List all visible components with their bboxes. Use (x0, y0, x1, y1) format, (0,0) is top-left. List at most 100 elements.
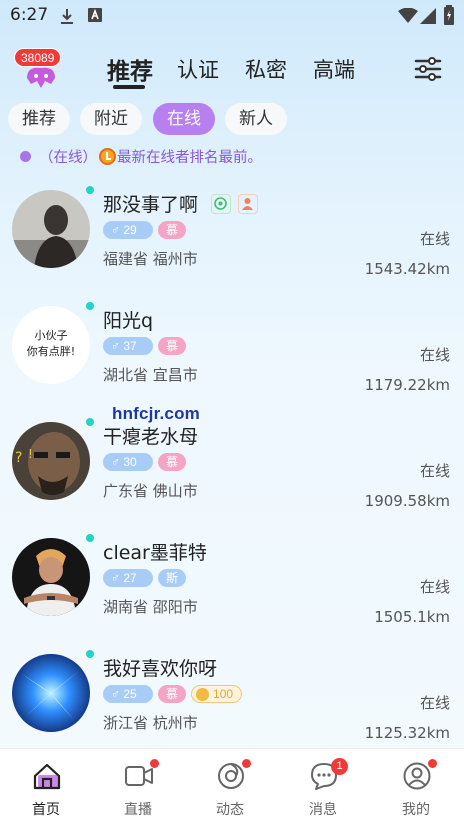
user-card[interactable]: 小伙子 你有点胖! 阳光q ♂ 37 慕 湖北省 宜昌市 在线 1179.22k… (0, 290, 464, 406)
online-notice: （在线） 最新在线者排名最前。 (20, 146, 262, 166)
age-value: 29 (123, 223, 137, 237)
chip-new[interactable]: 新人 (225, 103, 287, 135)
user-card[interactable]: 我好喜欢你呀 ♂ 25 慕 100 浙江省 杭州市 在线 1125.32km (0, 638, 464, 754)
user-card[interactable]: clear墨菲特 ♂ 27 斯 湖南省 邵阳市 在线 1505.1km (0, 522, 464, 638)
user-card[interactable]: 那没事了啊 ♂ 29 慕 福建省 福州市 在线 1543.42km (0, 174, 464, 290)
nav-home[interactable]: 首页 (0, 749, 92, 826)
status-bar: 6:27 (0, 0, 464, 32)
avatar-image (12, 538, 90, 616)
notification-count-badge: 38089 (14, 48, 62, 67)
distance: 1543.42km (364, 260, 450, 278)
age-value: 30 (123, 455, 137, 469)
coin-icon (196, 687, 210, 701)
wifi-icon (398, 8, 418, 23)
identity-verified-icon (238, 194, 258, 214)
avatar[interactable]: 小伙子 你有点胖! (12, 306, 90, 384)
online-status: 在线 (419, 578, 450, 596)
user-location: 广东省 佛山市 (103, 482, 198, 500)
age-value: 37 (123, 339, 137, 353)
nav-label: 首页 (32, 802, 60, 818)
coin-tag: 100 (191, 685, 243, 703)
active-tab-indicator (113, 85, 145, 89)
gender-age-tag: ♂ 27 (103, 569, 153, 587)
user-tags: ♂ 30 慕 (103, 453, 187, 471)
nav-messages[interactable]: 1 消息 (277, 749, 369, 826)
nav-profile[interactable]: 我的 (370, 749, 462, 826)
user-name: 那没事了啊 (103, 194, 199, 216)
tab-recommend[interactable]: 推荐 (107, 52, 153, 86)
avatar[interactable]: ? ! (12, 422, 90, 500)
age-value: 27 (123, 571, 137, 585)
age-value: 25 (123, 687, 137, 701)
live-notification-dot (150, 759, 159, 768)
online-status: 在线 (419, 230, 450, 248)
notice-prefix: （在线） (39, 149, 97, 166)
user-card[interactable]: ? ! 干瘪老水母 ♂ 30 慕 广东省 佛山市 在线 1909.58km (0, 406, 464, 522)
distance: 1179.22km (364, 376, 450, 394)
tab-private[interactable]: 私密 (245, 54, 287, 84)
user-name: clear墨菲特 (103, 542, 207, 564)
battery-icon (444, 5, 454, 25)
user-location: 福建省 福州市 (103, 250, 198, 268)
alarm-clock-icon (99, 147, 116, 165)
coin-value: 100 (213, 687, 234, 701)
filter-chips: 推荐 附近 在线 新人 (0, 103, 464, 137)
online-status: 在线 (419, 462, 450, 480)
distance: 1125.32km (364, 724, 450, 742)
watermark: hnfcjr.com (112, 404, 200, 423)
notification-bell[interactable]: 38089 (14, 48, 64, 88)
user-location: 浙江省 杭州市 (103, 714, 198, 732)
online-indicator (86, 186, 94, 194)
user-tags: ♂ 29 慕 (103, 221, 187, 239)
user-tags: ♂ 37 慕 (103, 337, 187, 355)
user-location: 湖南省 邵阳市 (103, 598, 198, 616)
trait-tag: 慕 (158, 453, 187, 471)
user-name: 阳光q (103, 310, 154, 332)
messages-unread-badge: 1 (331, 758, 348, 775)
profile-notification-dot (428, 759, 437, 768)
bell-icon (27, 67, 55, 88)
avatar-text-line-1: 小伙子 (34, 329, 68, 342)
trait-tag: 慕 (158, 221, 187, 239)
nav-label: 我的 (402, 802, 430, 818)
avatar-text-line-2: 你有点胖! (26, 345, 76, 358)
trait-tag: 斯 (158, 569, 187, 587)
online-indicator (86, 302, 94, 310)
distance: 1909.58km (364, 492, 450, 510)
gender-age-tag: ♂ 37 (103, 337, 153, 355)
tab-premium[interactable]: 高端 (313, 54, 355, 84)
tab-certified[interactable]: 认证 (177, 54, 219, 84)
face-verified-icon (211, 194, 231, 214)
filter-settings-icon[interactable] (414, 56, 442, 82)
online-indicator (86, 534, 94, 542)
user-location: 湖北省 宜昌市 (103, 366, 198, 384)
nav-live[interactable]: 直播 (92, 749, 184, 826)
chip-recommend[interactable]: 推荐 (8, 103, 70, 135)
online-status: 在线 (419, 346, 450, 364)
home-icon (33, 763, 61, 790)
signal-icon (420, 8, 436, 24)
online-indicator (86, 650, 94, 658)
user-name: 我好喜欢你呀 (103, 658, 218, 680)
chip-online[interactable]: 在线 (153, 103, 215, 135)
avatar[interactable] (12, 538, 90, 616)
online-status: 在线 (419, 694, 450, 712)
nav-moments[interactable]: 动态 (184, 749, 276, 826)
nav-label: 直播 (124, 802, 152, 818)
gender-age-tag: ♂ 25 (103, 685, 153, 703)
avatar-image (12, 654, 90, 732)
online-indicator (86, 418, 94, 426)
nav-label: 消息 (309, 802, 337, 818)
chip-nearby[interactable]: 附近 (80, 103, 142, 135)
avatar[interactable] (12, 190, 90, 268)
download-icon (61, 9, 73, 24)
distance: 1505.1km (374, 608, 450, 626)
gender-age-tag: ♂ 30 (103, 453, 153, 471)
avatar-meme-text: 小伙子 你有点胖! (12, 328, 90, 360)
status-time: 6:27 (10, 5, 49, 25)
trait-tag: 慕 (158, 685, 187, 703)
avatar[interactable] (12, 654, 90, 732)
app-notification-icon (88, 8, 102, 22)
moments-notification-dot (242, 759, 251, 768)
user-tags: ♂ 25 慕 100 (103, 685, 243, 703)
